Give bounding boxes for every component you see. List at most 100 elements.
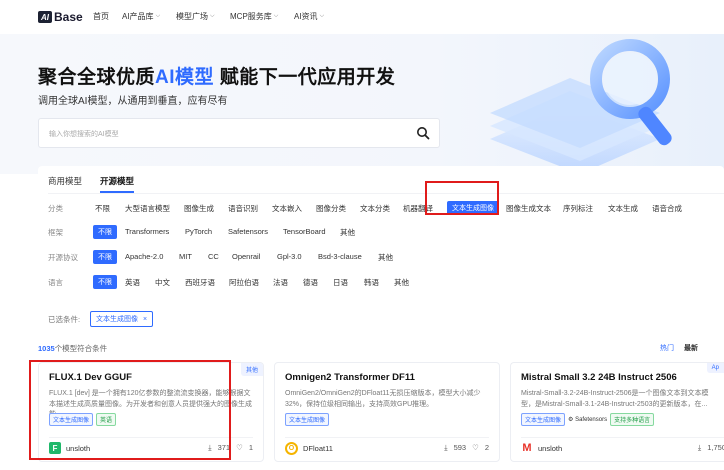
model-type-tabs: 商用模型 开源模型 bbox=[48, 175, 135, 193]
license-badge: Ap bbox=[706, 363, 724, 373]
model-card[interactable]: Omnigen2 Transformer DF11 OmniGen2/OmniG… bbox=[274, 362, 500, 462]
filter-label: 框架 bbox=[48, 228, 63, 237]
site-logo[interactable]: AI Base bbox=[38, 10, 83, 24]
magnifier-illustration bbox=[490, 39, 672, 174]
filter-option[interactable]: 法语 bbox=[273, 277, 288, 288]
filter-label: 语言 bbox=[48, 278, 63, 287]
download-count: 1,750 bbox=[707, 443, 724, 452]
filter-option[interactable]: 德语 bbox=[303, 277, 318, 288]
logo-mark: AI bbox=[38, 11, 52, 23]
filter-option[interactable]: 其他 bbox=[378, 252, 393, 263]
chevron-down-icon: ⌵ bbox=[155, 13, 161, 19]
filter-option[interactable]: 阿拉伯语 bbox=[229, 277, 259, 288]
annotation-highlight-card bbox=[29, 360, 231, 460]
download-icon: ⤓ bbox=[444, 443, 448, 452]
author[interactable]: O DFloat11 bbox=[285, 442, 333, 455]
filter-row-framework: 框架 不限 Transformers PyTorch Safetensors T… bbox=[48, 225, 724, 239]
download-count: 593 bbox=[453, 443, 467, 452]
filter-option[interactable]: 中文 bbox=[155, 277, 170, 288]
nav-item-ai-products[interactable]: AI产品库 ⌵ bbox=[122, 11, 160, 22]
tag[interactable]: 支持多种语言 bbox=[610, 413, 655, 426]
filter-option-selected[interactable]: 不限 bbox=[93, 250, 117, 264]
filter-option[interactable]: Transformers bbox=[125, 227, 169, 236]
tag[interactable]: ⚙ Safetensors bbox=[568, 416, 607, 423]
filter-option[interactable]: Openrail bbox=[232, 252, 260, 261]
result-count-suffix: 个模型符合条件 bbox=[54, 344, 108, 353]
filter-option[interactable]: 文本嵌入 bbox=[272, 203, 302, 214]
filter-option[interactable]: 图像生成文本 bbox=[506, 203, 551, 214]
nav-label: MCP服务库 bbox=[230, 12, 272, 21]
top-nav: AI Base 首页 AI产品库 ⌵ 模型广场 ⌵ MCP服务库 ⌵ AI资讯 ⌵ bbox=[0, 0, 724, 35]
hero-title-highlight: AI模型 bbox=[155, 67, 215, 88]
chevron-down-icon: ⌵ bbox=[273, 13, 279, 19]
filter-option[interactable]: 语音合成 bbox=[652, 203, 682, 214]
filter-option[interactable]: 英语 bbox=[125, 277, 140, 288]
filter-option[interactable]: 韩语 bbox=[364, 277, 379, 288]
nav-item-ai-news[interactable]: AI资讯 ⌵ bbox=[294, 11, 324, 22]
nav-item-mcp[interactable]: MCP服务库 ⌵ bbox=[230, 11, 278, 22]
filter-row-language: 语言 不限 英语 中文 西班牙语 阿拉伯语 法语 德语 日语 韩语 其他 bbox=[48, 275, 724, 289]
tag-label: Safetensors bbox=[575, 417, 608, 423]
filter-option[interactable]: 语音识别 bbox=[228, 203, 258, 214]
selected-filter-chip[interactable]: 文本生成图像 × bbox=[90, 311, 154, 327]
model-title[interactable]: Mistral Small 3.2 24B Instruct 2506 bbox=[521, 372, 677, 383]
card-stats: ⤓ 593 ♡ 2 bbox=[444, 443, 489, 453]
filter-option[interactable]: 西班牙语 bbox=[185, 277, 215, 288]
author-name: unsloth bbox=[538, 443, 563, 453]
filter-option[interactable]: 其他 bbox=[394, 277, 409, 288]
model-title[interactable]: Omnigen2 Transformer DF11 bbox=[285, 372, 415, 383]
filter-option-selected[interactable]: 不限 bbox=[93, 225, 117, 239]
filter-option[interactable]: 不限 bbox=[95, 203, 110, 214]
nav-label: 首页 bbox=[93, 12, 109, 21]
model-tags: 文本生成图像 ⚙ Safetensors 支持多种语言 bbox=[521, 413, 655, 426]
download-icon: ⤓ bbox=[697, 443, 702, 452]
filter-option[interactable]: TensorBoard bbox=[283, 227, 326, 236]
like-count: 2 bbox=[484, 443, 489, 452]
chevron-down-icon: ⌵ bbox=[210, 13, 215, 19]
filter-option[interactable]: Bsd-3-clause bbox=[318, 252, 362, 261]
model-card[interactable]: Ap Mistral Small 3.2 24B Instruct 2506 M… bbox=[510, 362, 724, 462]
filter-option[interactable]: 其他 bbox=[340, 227, 355, 238]
avatar: M bbox=[521, 442, 533, 454]
filter-option[interactable]: Apache-2.0 bbox=[125, 252, 163, 261]
tag[interactable]: 文本生成图像 bbox=[285, 413, 330, 426]
search-icon[interactable] bbox=[416, 126, 430, 140]
nav-label: AI资讯 bbox=[294, 12, 318, 21]
filter-option[interactable]: 文本生成 bbox=[608, 203, 638, 214]
filter-option[interactable]: MIT bbox=[179, 252, 192, 261]
hero-title: 聚合全球优质AI模型 赋能下一代应用开发 bbox=[38, 62, 395, 89]
result-count-number: 1035 bbox=[38, 344, 55, 353]
search-placeholder: 输入你想搜索的AI模型 bbox=[49, 131, 119, 138]
nav-item-home[interactable]: 首页 bbox=[93, 11, 109, 22]
nav-item-model-square[interactable]: 模型广场 ⌵ bbox=[176, 11, 215, 22]
sort-new-button[interactable]: 最新 bbox=[684, 343, 698, 353]
filter-option[interactable]: 大型语言模型 bbox=[125, 203, 170, 214]
filter-option[interactable]: Safetensors bbox=[228, 227, 268, 236]
close-icon[interactable]: × bbox=[143, 316, 147, 323]
heart-icon[interactable]: ♡ bbox=[236, 443, 243, 453]
heart-icon[interactable]: ♡ bbox=[472, 443, 479, 453]
selected-conditions-label: 已选条件: bbox=[48, 315, 81, 324]
filter-option[interactable]: 图像生成 bbox=[184, 203, 214, 214]
filter-option[interactable]: 文本分类 bbox=[360, 203, 390, 214]
filter-option[interactable]: 日语 bbox=[333, 277, 348, 288]
tab-open-source[interactable]: 开源模型 bbox=[100, 175, 135, 193]
nav-label: AI产品库 bbox=[122, 12, 154, 21]
filter-row-license: 开源协议 不限 Apache-2.0 MIT CC Openrail Gpl-3… bbox=[48, 250, 724, 264]
author[interactable]: M unsloth bbox=[521, 442, 562, 454]
filter-option[interactable]: Gpl-3.0 bbox=[277, 252, 302, 261]
tag[interactable]: 文本生成图像 bbox=[521, 413, 566, 426]
filter-option[interactable]: PyTorch bbox=[185, 227, 212, 236]
filter-option[interactable]: 图像分类 bbox=[316, 203, 346, 214]
search-input[interactable]: 输入你想搜索的AI模型 bbox=[38, 118, 440, 148]
result-count: 1035个模型符合条件 bbox=[38, 343, 107, 354]
filter-option-selected[interactable]: 不限 bbox=[93, 275, 117, 289]
sort-hot-button[interactable]: 热门 bbox=[660, 343, 674, 353]
filter-option[interactable]: 序列标注 bbox=[563, 203, 593, 214]
chip-label: 文本生成图像 bbox=[96, 316, 138, 323]
license-badge: 其他 bbox=[240, 363, 263, 376]
filter-option[interactable]: CC bbox=[208, 252, 219, 261]
tab-commercial[interactable]: 商用模型 bbox=[48, 175, 82, 193]
hero-subtitle: 调用全球AI模型，从通用到垂直，应有尽有 bbox=[38, 96, 228, 107]
filter-label: 开源协议 bbox=[48, 253, 78, 262]
